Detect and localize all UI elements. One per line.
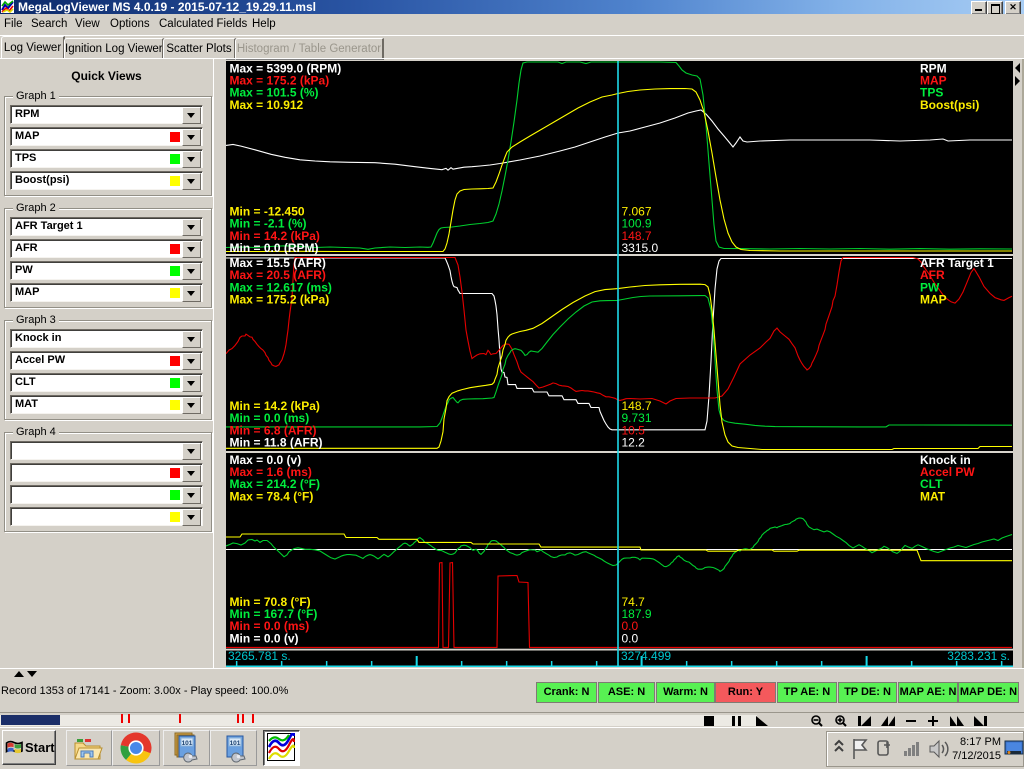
svg-text:3265.781 s.: 3265.781 s. xyxy=(228,649,291,663)
svg-text:Max = 10.912: Max = 10.912 xyxy=(230,98,304,112)
svg-text:MAT: MAT xyxy=(920,489,946,503)
svg-text:3283.231 s.: 3283.231 s. xyxy=(947,649,1010,663)
svg-text:3315.0: 3315.0 xyxy=(622,241,659,255)
svg-text:Boost(psi): Boost(psi) xyxy=(920,98,979,112)
svg-text:Min = 0.0 (v): Min = 0.0 (v) xyxy=(230,631,299,645)
svg-text:Min = 11.8 (AFR): Min = 11.8 (AFR) xyxy=(230,435,323,449)
svg-text:MAP: MAP xyxy=(920,292,947,306)
svg-text:Max = 78.4 (°F): Max = 78.4 (°F) xyxy=(230,489,314,503)
svg-text:12.2: 12.2 xyxy=(622,435,646,449)
svg-text:0.0: 0.0 xyxy=(622,631,639,645)
svg-text:101: 101 xyxy=(182,740,193,747)
svg-text:Min = 0.0 (RPM): Min = 0.0 (RPM) xyxy=(230,241,319,255)
svg-text:101: 101 xyxy=(230,740,241,747)
svg-text:Max = 175.2 (kPa): Max = 175.2 (kPa) xyxy=(230,292,330,306)
svg-text:3274.499: 3274.499 xyxy=(621,649,671,663)
